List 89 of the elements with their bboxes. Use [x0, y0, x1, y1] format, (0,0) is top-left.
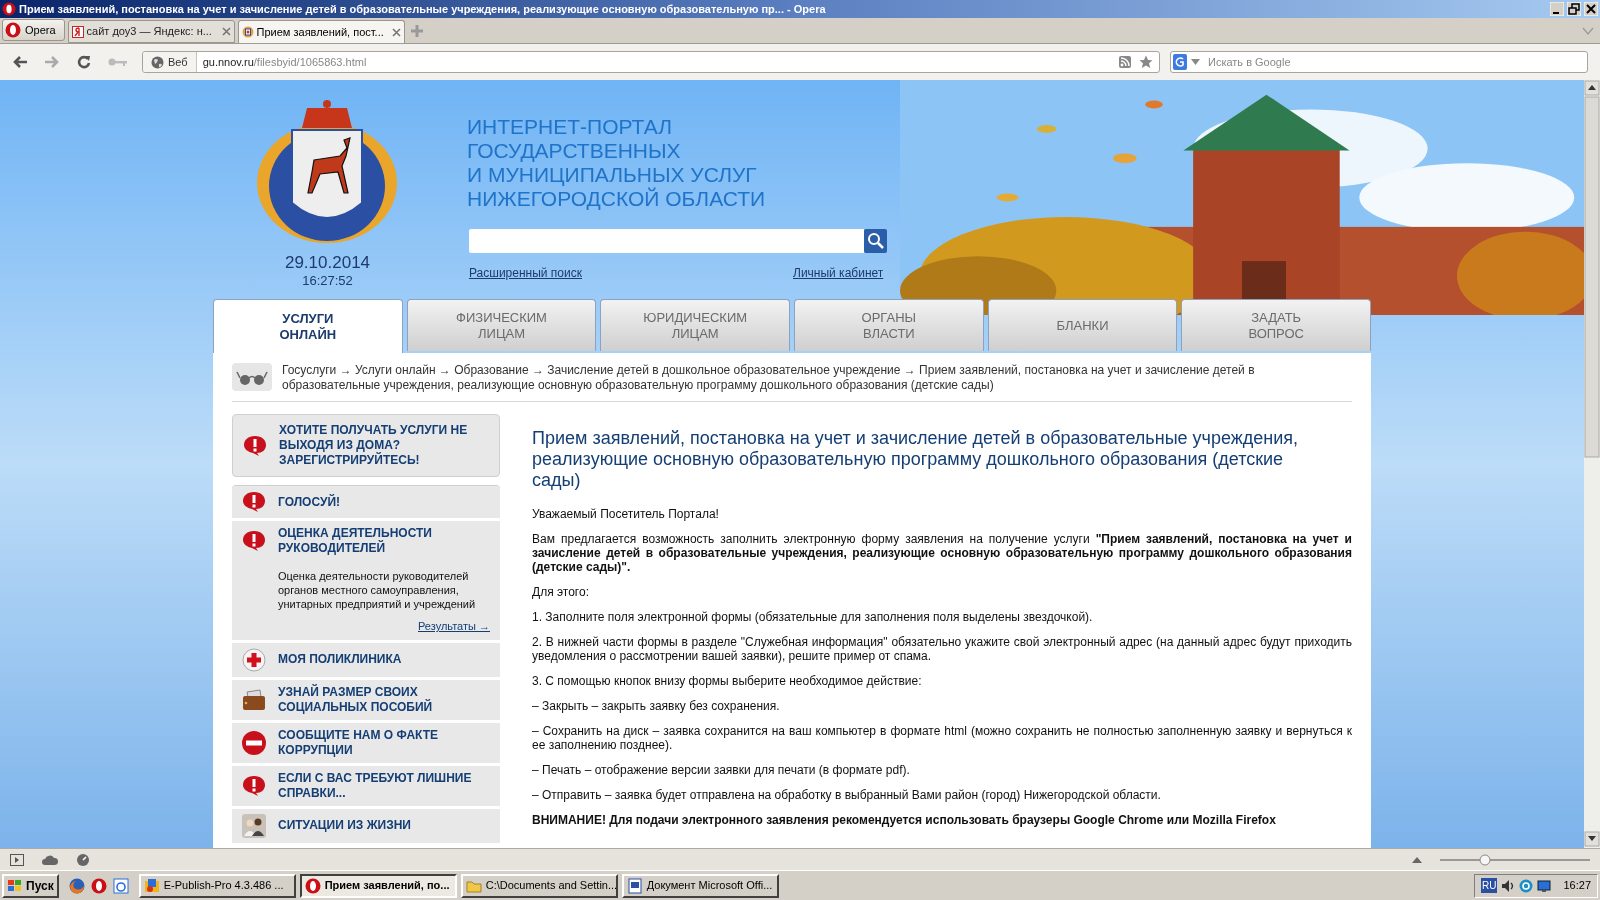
article-paragraph: – Закрыть – закрыть заявку без сохранения.: [532, 699, 781, 713]
article-paragraph: Для этого:: [532, 585, 590, 599]
url-text: gu.nnov.ru/filesbyid/1065863.html: [201, 54, 368, 70]
wallet-icon: [242, 688, 266, 711]
caret-icon: [1191, 59, 1200, 65]
search-field[interactable]: Искать в Google: [1170, 51, 1588, 73]
glasses-icon: [232, 363, 272, 391]
date-text: 29.10.2014: [283, 252, 372, 274]
feed-icon[interactable]: [1119, 56, 1131, 68]
alert-icon: [243, 434, 267, 457]
warning-text: ВНИМАНИЕ! Для подачи электронного заявления рекомендуется использовать браузеры Google Chrome или Mozilla Firefox: [532, 813, 1277, 827]
globe-icon: [151, 55, 164, 69]
breadcrumb-trail: Госуслуги → Услуги онлайн → Образование → Зачисление детей в дошкольное образовательное учреждение → Прием заявлений, постановка на учет и зачисление детей в образовательные учреждения, реализующие основную образовательную программу дошкольного образования (детские сады): [282, 363, 1256, 393]
opera-icon: [5, 22, 21, 38]
back-icon[interactable]: [12, 55, 28, 69]
article-heading: Прием заявлений, постановка на учет и зачисление детей в образовательные учреждения, реализующие основную образовательную программу дошкольного образования (детские сады): [532, 428, 1300, 491]
article-paragraph: – Отправить – заявка будет отправлена на обработку в выбранный Вами район (город) Нижегородской области.: [532, 788, 1162, 802]
article-paragraph: Уважаемый Посетитель Портала!: [532, 507, 720, 521]
opera-icon[interactable]: [90, 877, 107, 894]
start-button[interactable]: Пуск: [2, 873, 59, 898]
document-icon: [626, 877, 643, 894]
window-title: Прием заявлений, постановка на учет и зачисление детей в образовательные учреждения, реализующие основную образовательную пр... - Opera: [19, 1, 827, 17]
site-search-field[interactable]: [469, 229, 864, 253]
portal-title: И МУНИЦИПАЛЬНЫХ УСЛУГ: [467, 163, 758, 187]
taskbar-button[interactable]: E-Publish-Pro 4.3.486 ...: [138, 873, 296, 898]
article-paragraph: – Сохранить на диск – заявка сохранится на ваш компьютер в формате html (можно сохранить не полностью заполненную заявку и вернуться к ее заполнению позднее).: [532, 724, 1352, 752]
portal-title: ИНТЕРНЕТ-ПОРТАЛ: [467, 115, 673, 139]
personal-account-link[interactable]: Личный кабинет: [793, 264, 884, 282]
restore-icon[interactable]: [1567, 2, 1581, 16]
nav-tab[interactable]: УСЛУГИ ОНЛАЙН: [213, 299, 403, 353]
advanced-search-link[interactable]: Расширенный поиск: [469, 264, 582, 282]
opera-icon: [304, 877, 321, 894]
sidebar-link[interactable]: ОЦЕНКА ДЕЯТЕЛЬНОСТИ РУКОВОДИТЕЛЕЙ: [278, 526, 490, 556]
alert-icon: [242, 774, 266, 797]
crest-favicon-icon: [241, 26, 254, 38]
minimize-icon[interactable]: [1550, 2, 1564, 16]
speaker-icon[interactable]: [1501, 878, 1516, 893]
sidebar-link[interactable]: МОЯ ПОЛИКЛИНИКА: [278, 652, 402, 667]
reload-icon[interactable]: [76, 54, 92, 70]
search-input[interactable]: Искать в Google: [1208, 53, 1585, 71]
app-icon: [143, 877, 160, 894]
search-engine-icon: [1173, 54, 1187, 70]
browser-window-icon[interactable]: [112, 877, 129, 894]
medical-cross-icon: [242, 647, 266, 672]
panel-toggle-icon[interactable]: [10, 853, 24, 866]
browser-tab[interactable]: Прием заявлений, пост...: [237, 20, 405, 43]
alert-icon: [242, 491, 266, 513]
firefox-icon[interactable]: [68, 877, 85, 894]
no-entry-icon: [241, 729, 267, 756]
people-icon: [242, 813, 266, 838]
nav-tab[interactable]: ФИЗИЧЕСКИМ ЛИЦАМ: [406, 299, 597, 351]
nav-tab[interactable]: ЮРИДИЧЕСКИМ ЛИЦАМ: [600, 299, 790, 351]
star-icon[interactable]: [1139, 55, 1153, 69]
speedometer-icon[interactable]: [76, 852, 90, 867]
alert-icon: [242, 530, 266, 552]
time-text: 16:27:52: [301, 272, 354, 290]
taskbar-button[interactable]: Документ Microsoft Offi...: [621, 873, 779, 898]
nav-tab[interactable]: ЗАДАТЬ ВОПРОС: [1181, 299, 1372, 351]
sidebar-description: Оценка деятельности руководителей органов местного самоуправления, унитарных предприятий и учреждений: [278, 569, 477, 611]
folder-icon: [465, 878, 482, 893]
article-paragraph: – Печать – отображение версии заявки для печати (в формате pdf).: [532, 763, 911, 777]
opera-icon: [2, 2, 16, 16]
cloud-icon[interactable]: [42, 853, 58, 866]
taskbar-button[interactable]: C:\Documents and Settin...: [460, 873, 618, 898]
windows-logo-icon: [7, 878, 23, 893]
article-paragraph: 2. В нижней части формы в разделе "Служебная информация" обязательно укажите свой электронный адрес (на данный адрес будут приходить уведомления о рассмотрении вашей заявки), решите пример от спама.: [532, 635, 1352, 663]
favicon-icon: [71, 25, 84, 38]
article-paragraph: Вам предлагается возможность заполнить электронную форму заявления на получение услуги "Прием заявлений, постановка на учет и зачисление детей в образовательные учреждения, реализующие основную образовательную программу дошкольного образования (детские сады)".: [532, 532, 1352, 574]
tab-title: Прием заявлений, пост...: [256, 24, 385, 40]
portal-title: НИЖЕГОРОДСКОЙ ОБЛАСТИ: [467, 187, 766, 211]
search-icon[interactable]: [864, 229, 887, 253]
results-link[interactable]: Результаты →: [418, 618, 490, 635]
tab-title: сайт доу3 — Яндекс: н...: [86, 24, 213, 40]
opera-menu-button[interactable]: Opera: [2, 19, 65, 41]
article-paragraph: 1. Заполните поля электронной формы (обязательные для заполнения поля выделены звездочкой).: [532, 610, 1094, 624]
nav-tab[interactable]: БЛАНКИ: [987, 299, 1178, 351]
nav-tab[interactable]: ОРГАНЫ ВЛАСТИ: [794, 299, 984, 351]
browser-tab[interactable]: сайт доу3 — Яндекс: н...: [67, 20, 235, 43]
article-paragraph: 3. С помощью кнопок внизу формы выберите необходимое действие:: [532, 674, 923, 688]
zoom-slider-drawing[interactable]: [1440, 853, 1590, 866]
network-icon[interactable]: [1537, 878, 1552, 893]
caret-icon[interactable]: [1412, 856, 1422, 863]
browser-tray-icon[interactable]: [1519, 878, 1534, 893]
taskbar-button[interactable]: Прием заявлений, по...: [299, 873, 457, 898]
language-indicator[interactable]: RU: [1481, 878, 1498, 893]
clock-text: 16:27: [1563, 878, 1591, 894]
address-field[interactable]: Веб gu.nnov.ru/filesbyid/1065863.html: [142, 51, 1160, 73]
portal-title: ГОСУДАРСТВЕННЫХ: [467, 139, 682, 163]
sidebar-link[interactable]: ГОЛОСУЙ!: [278, 494, 341, 510]
